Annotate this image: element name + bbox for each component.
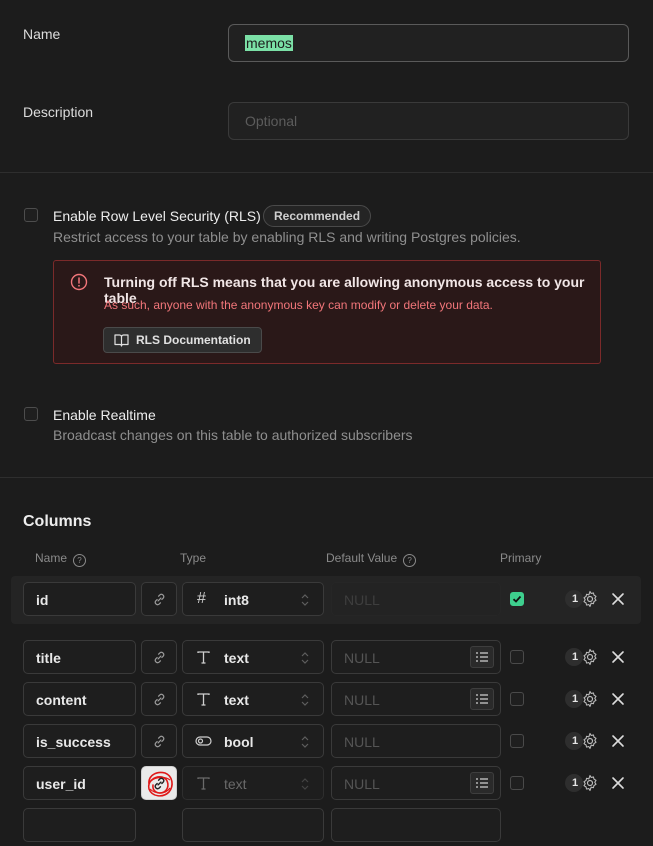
- column-name-input[interactable]: [23, 808, 136, 842]
- primary-checkbox[interactable]: [510, 650, 524, 664]
- gear-icon[interactable]: [581, 690, 599, 708]
- warning-circle-icon: [70, 273, 88, 291]
- primary-checkbox[interactable]: [510, 734, 524, 748]
- link-icon: [154, 777, 165, 790]
- column-name-input[interactable]: title: [23, 640, 136, 674]
- link-icon: [154, 593, 165, 606]
- description-input[interactable]: [228, 102, 629, 140]
- link-icon: [154, 651, 165, 664]
- type-select[interactable]: [182, 808, 324, 842]
- help-icon[interactable]: ?: [73, 554, 87, 567]
- column-header-primary: Primary: [500, 551, 542, 565]
- close-icon[interactable]: [610, 591, 626, 607]
- gear-icon[interactable]: [581, 732, 599, 750]
- column-name-input[interactable]: is_success: [23, 724, 136, 758]
- default-value-input[interactable]: NULL: [331, 682, 501, 716]
- columns-heading: Columns: [23, 513, 92, 530]
- chevron-updown-icon: [301, 594, 309, 606]
- table-row: [0, 808, 653, 846]
- column-header-name: Name?: [35, 551, 87, 567]
- type-select[interactable]: text: [182, 640, 324, 674]
- close-icon[interactable]: [610, 775, 626, 791]
- column-name-input[interactable]: user_id: [23, 766, 136, 800]
- description-label: Description: [23, 104, 94, 120]
- close-icon[interactable]: [610, 733, 626, 749]
- type-select[interactable]: # int8: [182, 582, 324, 616]
- primary-checkbox[interactable]: [510, 776, 524, 790]
- column-name-input[interactable]: content: [23, 682, 136, 716]
- chevron-updown-icon: [301, 694, 309, 706]
- rls-warning-alert: Turning off RLS means that you are allow…: [53, 260, 601, 364]
- help-icon[interactable]: ?: [403, 554, 417, 567]
- hash-icon: #: [197, 590, 206, 607]
- link-icon: [154, 693, 165, 706]
- table-row: content text NULL 1: [0, 682, 653, 720]
- gear-icon[interactable]: [581, 774, 599, 792]
- rls-documentation-label: RLS Documentation: [136, 333, 251, 347]
- section-divider: [0, 172, 653, 173]
- foreign-key-button[interactable]: [141, 766, 177, 800]
- text-type-icon: [197, 777, 210, 790]
- link-icon: [154, 735, 165, 748]
- column-name-input[interactable]: id: [23, 582, 136, 616]
- gear-icon[interactable]: [581, 648, 599, 666]
- realtime-description: Broadcast changes on this table to autho…: [53, 427, 413, 443]
- rls-checkbox[interactable]: [24, 208, 38, 222]
- text-type-icon: [197, 651, 210, 664]
- table-row: title text NULL 1: [0, 640, 653, 678]
- suggestions-button[interactable]: [470, 646, 494, 668]
- table-row: user_id text NULL 1: [0, 766, 653, 804]
- chevron-updown-icon: [301, 778, 309, 790]
- foreign-key-button[interactable]: [141, 724, 177, 758]
- check-icon: [512, 595, 522, 603]
- list-icon: [476, 694, 488, 704]
- default-value-input[interactable]: NULL: [331, 640, 501, 674]
- name-label: Name: [23, 26, 61, 42]
- rls-title: Enable Row Level Security (RLS): [53, 208, 261, 224]
- list-icon: [476, 652, 488, 662]
- name-input[interactable]: memos: [228, 24, 629, 62]
- column-header-default: Default Value?: [326, 551, 417, 567]
- foreign-key-button[interactable]: [141, 640, 177, 674]
- primary-checkbox[interactable]: [510, 692, 524, 706]
- table-row: id # int8 NULL 1: [0, 582, 653, 620]
- chevron-updown-icon: [301, 652, 309, 664]
- name-input-value: memos: [245, 35, 293, 51]
- rls-description: Restrict access to your table by enablin…: [53, 229, 521, 245]
- close-icon[interactable]: [610, 691, 626, 707]
- default-value-input[interactable]: NULL: [331, 766, 501, 800]
- type-select[interactable]: bool: [182, 724, 324, 758]
- suggestions-button[interactable]: [470, 688, 494, 710]
- gear-icon[interactable]: [581, 590, 599, 608]
- chevron-updown-icon: [301, 736, 309, 748]
- column-header-type: Type: [180, 551, 207, 565]
- toggle-icon: [195, 736, 212, 746]
- suggestions-button[interactable]: [470, 772, 494, 794]
- foreign-key-button[interactable]: [141, 682, 177, 716]
- realtime-title: Enable Realtime: [53, 407, 156, 423]
- type-select[interactable]: text: [182, 766, 324, 800]
- default-value-input[interactable]: [331, 808, 501, 842]
- realtime-checkbox[interactable]: [24, 407, 38, 421]
- book-icon: [114, 334, 129, 347]
- table-row: is_success bool NULL 1: [0, 724, 653, 762]
- section-divider: [0, 477, 653, 478]
- list-icon: [476, 778, 488, 788]
- type-select[interactable]: text: [182, 682, 324, 716]
- default-value-input[interactable]: NULL: [331, 582, 501, 616]
- rls-documentation-button[interactable]: RLS Documentation: [103, 327, 262, 353]
- primary-checkbox[interactable]: [510, 592, 524, 606]
- default-value-input[interactable]: NULL: [331, 724, 501, 758]
- close-icon[interactable]: [610, 649, 626, 665]
- foreign-key-button[interactable]: [141, 582, 177, 616]
- alert-description: As such, anyone with the anonymous key c…: [104, 298, 493, 312]
- recommended-badge: Recommended: [263, 205, 372, 227]
- text-type-icon: [197, 693, 210, 706]
